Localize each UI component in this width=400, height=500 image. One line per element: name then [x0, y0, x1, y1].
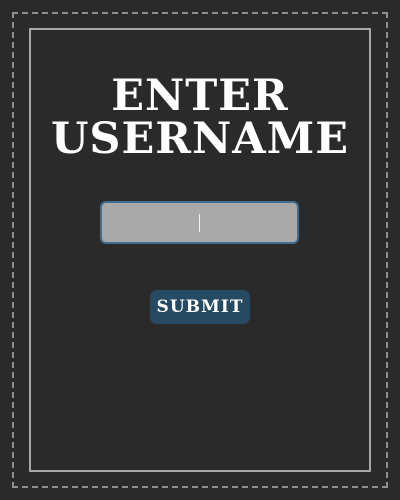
username-field-container[interactable]: [100, 201, 299, 244]
page-title: ENTER USERNAME: [0, 75, 400, 161]
title-line-enter: ENTER: [111, 71, 289, 121]
title-line-username: USERNAME: [50, 114, 350, 164]
submit-button[interactable]: SUBMIT: [150, 290, 250, 324]
username-screen: ENTER USERNAME SUBMIT: [0, 0, 400, 500]
text-cursor: [199, 214, 200, 232]
